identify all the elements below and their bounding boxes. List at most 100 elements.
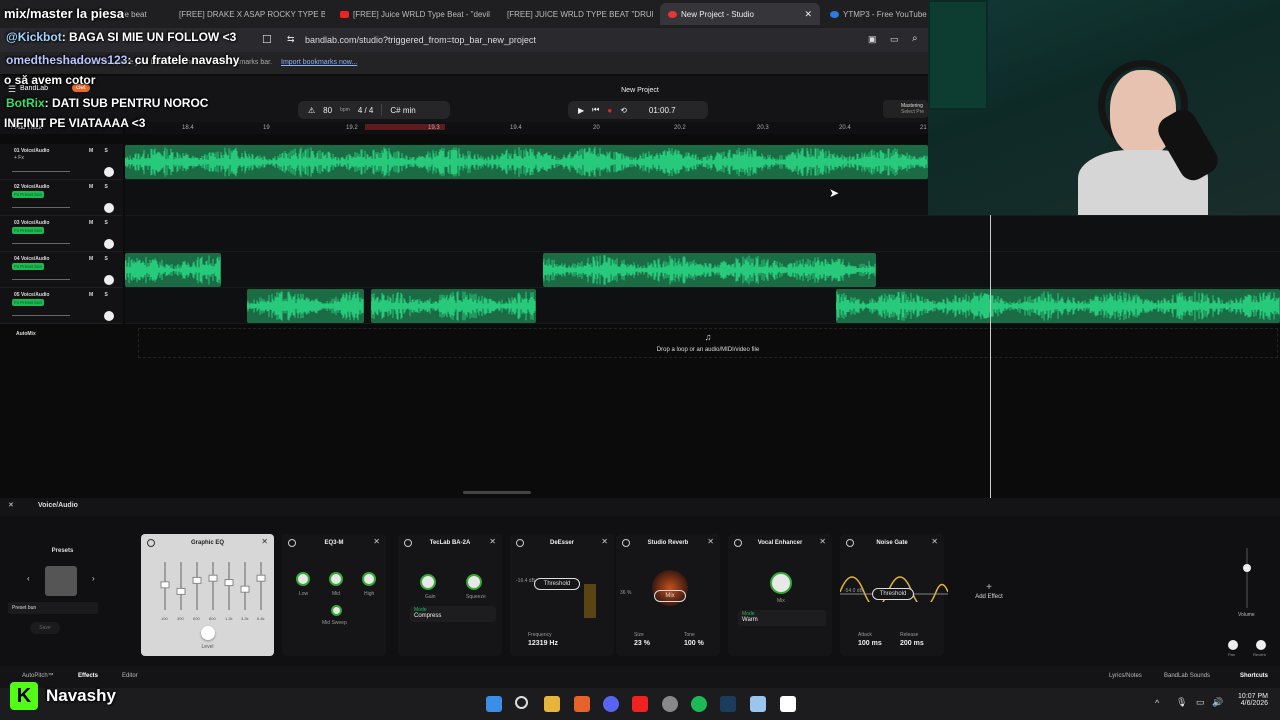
playhead[interactable] xyxy=(990,215,991,498)
low-knob[interactable] xyxy=(296,572,310,586)
close-icon[interactable]: ✕ xyxy=(931,537,938,546)
spotify-icon[interactable] xyxy=(691,696,707,712)
noise-gate-card[interactable]: Noise Gate ✕ -54.0 dB Threshold Attack 1… xyxy=(840,534,948,656)
ba2a-card[interactable]: TecLab BA-2A ✕ Gain Squeeze Mode Compres… xyxy=(398,534,502,656)
high-knob[interactable] xyxy=(362,572,376,586)
import-bookmarks-link[interactable]: Import bookmarks now... xyxy=(281,59,357,66)
close-tab-icon[interactable]: ✕ xyxy=(804,9,812,20)
chevron-left-icon[interactable]: ‹ xyxy=(27,574,30,583)
steam-icon[interactable] xyxy=(720,696,736,712)
squeeze-knob[interactable] xyxy=(466,574,482,590)
track-header[interactable]: 03 Voice/Audio Fx Preset bun M S xyxy=(0,216,123,252)
mid-sweep-knob[interactable] xyxy=(331,605,342,616)
eq-slider-handle[interactable] xyxy=(176,587,186,595)
pan-knob[interactable] xyxy=(104,203,114,213)
url-input[interactable]: bandlab.com/studio?triggered_from=top_ba… xyxy=(305,35,536,45)
mid-knob[interactable] xyxy=(329,572,343,586)
browser-tab[interactable]: [FREE] Juice WRLD Type Beat - "devil xyxy=(340,3,490,25)
audio-clip[interactable] xyxy=(247,289,364,323)
mix-pill[interactable]: Mix xyxy=(654,590,686,602)
volume-slider[interactable] xyxy=(12,279,70,280)
eq-slider-handle[interactable] xyxy=(160,581,170,589)
close-icon[interactable]: ✕ xyxy=(819,537,826,546)
tab-editor[interactable]: Editor xyxy=(122,673,138,679)
cast-icon[interactable]: ▭ xyxy=(890,34,899,45)
deesser-card[interactable]: DeEsser ✕ -16.4 dB Threshold Frequency 1… xyxy=(510,534,614,656)
clock[interactable]: 10:07 PM 4/6/2026 xyxy=(1228,693,1268,707)
close-panel-icon[interactable]: ✕ xyxy=(8,501,14,509)
volume-slider[interactable] xyxy=(12,207,70,208)
add-effect-button[interactable]: Add Effect xyxy=(960,594,1018,600)
site-info-icon[interactable]: ⇆ xyxy=(287,34,295,45)
close-icon[interactable]: ✕ xyxy=(261,537,268,546)
reverb-knob[interactable] xyxy=(1256,640,1266,650)
pan-knob[interactable] xyxy=(104,275,114,285)
tempo-value[interactable]: 80 xyxy=(323,106,332,115)
volume-slider[interactable] xyxy=(12,171,70,172)
zoom-icon[interactable]: ⌕ xyxy=(912,33,918,44)
tray-chevron-icon[interactable]: ^ xyxy=(1155,698,1159,708)
track-header[interactable]: 05 Voice/Audio Fx Preset bun M S xyxy=(0,288,123,324)
mute-solo-buttons[interactable]: M S xyxy=(89,292,113,298)
browser-tab[interactable]: [FREE] JUICE WRLD TYPE BEAT "DRUM xyxy=(503,3,653,25)
file-explorer-icon[interactable] xyxy=(544,696,560,712)
audio-clip[interactable] xyxy=(543,253,876,287)
close-icon[interactable]: ✕ xyxy=(489,537,496,546)
audio-clip[interactable] xyxy=(371,289,536,323)
add-fx-button[interactable]: + Fx xyxy=(14,155,24,161)
close-icon[interactable]: ✕ xyxy=(707,537,714,546)
fx-preset-badge[interactable]: Fx Preset bun xyxy=(12,227,45,234)
record-icon[interactable]: ● xyxy=(607,106,612,115)
shortcuts-button[interactable]: Shortcuts xyxy=(1240,673,1268,679)
extension-icon[interactable]: ▣ xyxy=(868,34,877,45)
close-icon[interactable]: ✕ xyxy=(601,537,608,546)
play-icon[interactable]: ▶ xyxy=(578,106,584,115)
tab-autopitch[interactable]: AutoPitch™ xyxy=(22,673,54,679)
automix-label[interactable]: AutoMix xyxy=(16,331,36,337)
key-signature[interactable]: C# min xyxy=(390,106,415,115)
mode-select[interactable]: Mode Compress xyxy=(410,606,496,622)
tab-sounds[interactable]: BandLab Sounds xyxy=(1164,673,1210,679)
metronome-icon[interactable]: ⚠ xyxy=(308,106,315,115)
search-icon[interactable] xyxy=(515,696,528,709)
volume-slider[interactable] xyxy=(12,315,70,316)
fx-preset-badge[interactable]: Fx Preset bun xyxy=(12,191,45,198)
gain-knob[interactable] xyxy=(420,574,436,590)
volume-slider[interactable] xyxy=(12,243,70,244)
capcut-icon[interactable] xyxy=(780,696,796,712)
pan-knob[interactable] xyxy=(104,239,114,249)
microphone-icon[interactable]: 🎙 xyxy=(1176,697,1187,708)
browser-tab[interactable]: [FREE] DRAKE X ASAP ROCKY TYPE B xyxy=(175,3,325,25)
horizontal-scrollbar[interactable] xyxy=(463,491,531,494)
threshold-pill[interactable]: Threshold xyxy=(872,588,914,600)
vocal-enhancer-card[interactable]: Vocal Enhancer ✕ Mix Mode Warm xyxy=(728,534,832,656)
audio-clip[interactable] xyxy=(836,289,1280,323)
eq-slider-handle[interactable] xyxy=(192,576,202,584)
add-effect-plus-icon[interactable]: + xyxy=(968,582,1010,593)
graphic-eq-card[interactable]: Graphic EQ ✕ 100 300 600 800 1.2k 3.2k 6.4k Le… xyxy=(141,534,274,656)
network-icon[interactable]: ▭ xyxy=(1196,697,1205,708)
volume-slider[interactable] xyxy=(1246,548,1248,608)
drop-zone[interactable]: ♫ Drop a loop or an audio/MIDI/video fil… xyxy=(138,328,1278,358)
audio-clip[interactable] xyxy=(125,145,928,179)
pan-knob[interactable] xyxy=(104,167,114,177)
youtube-icon[interactable] xyxy=(632,696,648,712)
windows-start-icon[interactable] xyxy=(486,696,502,712)
track-header[interactable]: 01 Voice/Audio + Fx M S xyxy=(0,144,123,180)
mute-solo-buttons[interactable]: M S xyxy=(89,148,113,154)
volume-icon[interactable]: 🔊 xyxy=(1212,697,1223,708)
skip-back-icon[interactable]: ⏮ xyxy=(592,105,599,115)
track-header[interactable]: 04 Voice/Audio Fx Preset bun M S xyxy=(0,252,123,288)
eq-slider-handle[interactable] xyxy=(240,585,250,593)
notepad-icon[interactable] xyxy=(750,696,766,712)
tab-lyrics[interactable]: Lyrics/Notes xyxy=(1109,673,1142,679)
app-icon[interactable] xyxy=(662,696,678,712)
mute-solo-buttons[interactable]: M S xyxy=(89,256,113,262)
eq-slider-handle[interactable] xyxy=(256,574,266,582)
mix-knob[interactable] xyxy=(770,572,792,594)
mastering-button[interactable]: Mastering Select Pre xyxy=(883,100,928,118)
volume-handle[interactable] xyxy=(1243,564,1251,572)
pan-knob[interactable] xyxy=(1228,640,1238,650)
eq-slider-handle[interactable] xyxy=(208,574,218,582)
track-header[interactable]: 02 Voice/Audio Fx Preset bun M S xyxy=(0,180,123,216)
